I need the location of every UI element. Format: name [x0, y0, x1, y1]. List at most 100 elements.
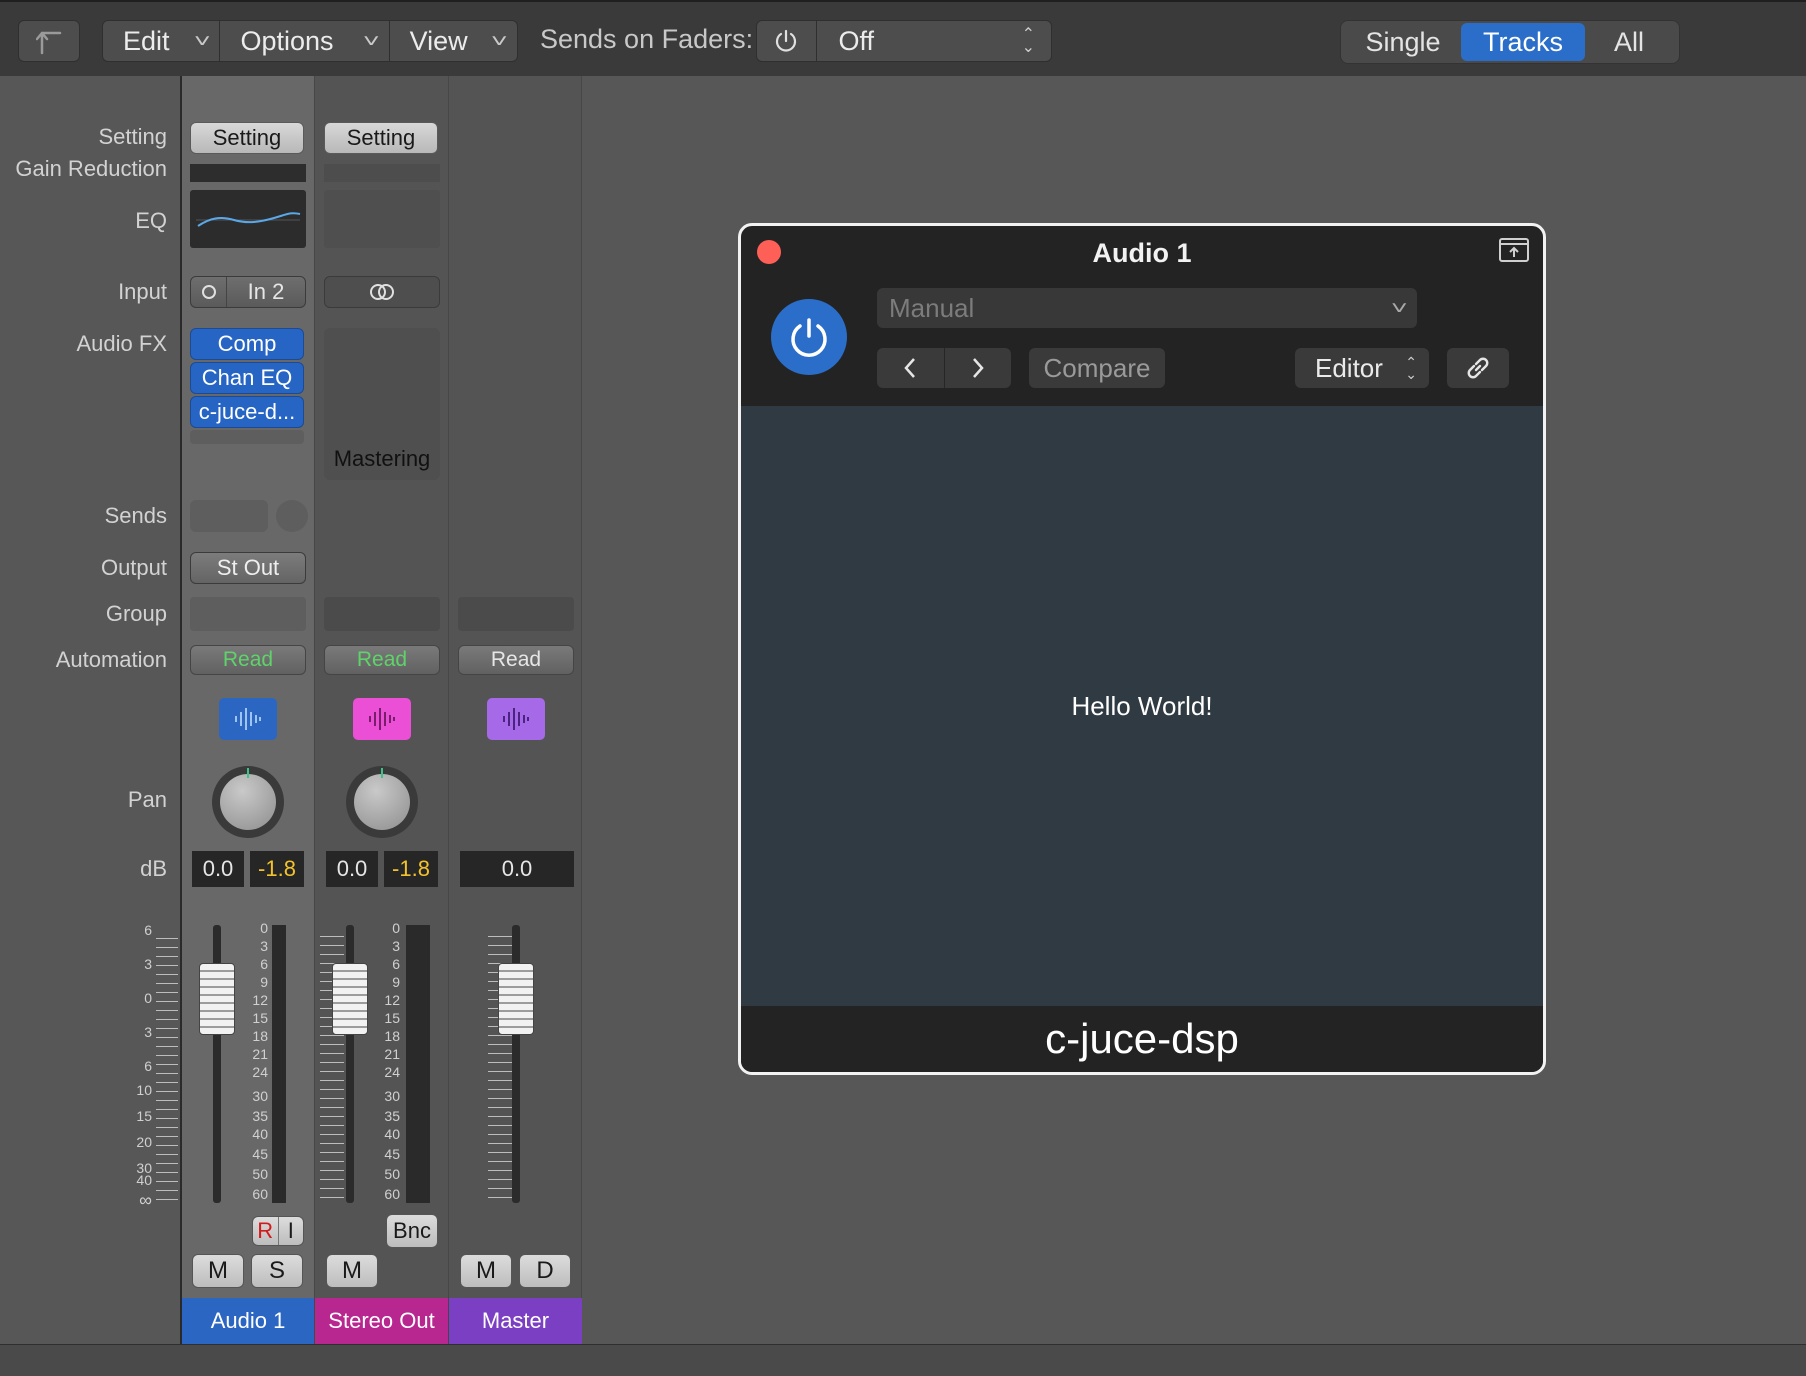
volume-readout-master[interactable]: 0.0 — [460, 851, 574, 887]
view-mode-label: Editor — [1315, 352, 1383, 383]
meter-scale-audio-1: 0 3 6 9 12 15 18 21 24 30 35 40 45 50 60 — [252, 920, 268, 1202]
send-knob-audio-1[interactable] — [276, 500, 308, 532]
peak-readout-stereo-out[interactable]: -1.8 — [384, 851, 438, 887]
channel-name-master[interactable]: Master — [449, 1298, 582, 1344]
compare-button[interactable]: Compare — [1029, 348, 1165, 388]
plugin-window: Audio 1 Manual ˅ Compare Editor ⌃ ⌄ Hello… — [738, 223, 1546, 1075]
plugin-editor-canvas: Hello World! — [741, 406, 1543, 1006]
volume-fader-audio-1[interactable] — [199, 963, 235, 1035]
waveform-icon[interactable] — [487, 698, 545, 740]
label-output: Output — [100, 555, 167, 580]
preset-dropdown[interactable]: Manual ˅ — [877, 288, 1417, 328]
fx-slot-chan-eq[interactable]: Chan EQ — [190, 362, 304, 394]
label-group: Group — [105, 601, 167, 626]
setting-button-stereo-out[interactable]: Setting — [324, 122, 438, 154]
bottom-bar — [0, 1344, 1806, 1376]
mixer-toolbar: Edit ˅ Options ˅ View ˅ Sends on Faders: Of… — [0, 0, 1806, 76]
view-mode-single[interactable]: Single — [1345, 23, 1461, 61]
gain-reduction-meter-audio-1 — [190, 164, 306, 182]
label-eq: EQ — [135, 208, 167, 233]
channel-name-stereo-out[interactable]: Stereo Out — [315, 1298, 448, 1344]
edit-menu[interactable]: Edit ˅ — [103, 21, 221, 61]
mute-button-stereo-out[interactable]: M — [326, 1254, 378, 1288]
fx-slot-c-juce-dsp[interactable]: c-juce-d... — [190, 396, 304, 428]
input-monitor-button[interactable]: I — [279, 1217, 304, 1245]
input-slot-audio-1[interactable]: In 2 — [190, 276, 306, 308]
link-icon — [1467, 357, 1489, 379]
sends-select[interactable]: Off ⌃ ⌄ — [817, 21, 1051, 61]
menu-group: Edit ˅ Options ˅ View ˅ — [102, 20, 518, 62]
back-button[interactable] — [18, 20, 80, 62]
group-slot-audio-1[interactable] — [190, 597, 306, 631]
output-slot-audio-1[interactable]: St Out — [190, 552, 306, 584]
meter-scale-stereo-out: 0 3 6 9 12 15 18 21 24 30 35 40 45 50 60 — [384, 920, 400, 1202]
waveform-icon[interactable] — [219, 698, 277, 740]
label-setting: Setting — [98, 124, 168, 149]
eq-thumbnail-stereo-out[interactable] — [324, 190, 440, 248]
group-slot-master[interactable] — [458, 597, 574, 631]
mono-input-icon[interactable] — [191, 277, 227, 307]
plugin-bypass-button[interactable] — [771, 299, 847, 375]
detach-window-icon[interactable] — [1499, 238, 1529, 262]
power-icon — [791, 318, 827, 357]
pan-knob-audio-1[interactable] — [212, 766, 284, 838]
fx-slot-empty[interactable] — [190, 430, 304, 444]
sends-on-faders-control[interactable]: Off ⌃ ⌄ — [756, 20, 1052, 62]
eq-thumbnail-audio-1[interactable] — [190, 190, 306, 248]
previous-preset-button[interactable] — [877, 348, 945, 388]
fx-slot-comp[interactable]: Comp — [190, 328, 304, 360]
plugin-window-title: Audio 1 — [1092, 238, 1192, 268]
waveform-icon[interactable] — [353, 698, 411, 740]
updown-chevron-icon: ⌃ ⌄ — [1021, 26, 1035, 56]
volume-readout-audio-1[interactable]: 0.0 — [192, 851, 244, 887]
solo-button-audio-1[interactable]: S — [251, 1254, 303, 1288]
chevron-down-icon: ˅ — [362, 30, 380, 51]
input-label: In 2 — [247, 279, 285, 304]
view-mode-all[interactable]: All — [1585, 23, 1673, 61]
dim-button-master[interactable]: D — [519, 1254, 571, 1288]
volume-fader-master[interactable] — [498, 963, 534, 1035]
mute-button-master[interactable]: M — [460, 1254, 512, 1288]
volume-fader-stereo-out[interactable] — [332, 963, 368, 1035]
record-input-group: R I — [252, 1216, 304, 1246]
view-mode-tracks[interactable]: Tracks — [1461, 23, 1585, 61]
automation-mode-stereo-out[interactable]: Read — [324, 645, 440, 675]
label-input: Input — [118, 279, 167, 304]
next-preset-button[interactable] — [945, 348, 1012, 388]
level-meter-audio-1 — [272, 925, 286, 1203]
chevron-left-icon — [904, 358, 916, 378]
sends-on-faders-label: Sends on Faders: — [540, 24, 754, 54]
fx-area-stereo-out[interactable]: Mastering — [324, 328, 440, 480]
chevron-down-icon: ˅ — [491, 30, 509, 51]
plugin-name-footer: c-juce-dsp — [741, 1006, 1543, 1072]
automation-mode-master[interactable]: Read — [458, 645, 574, 675]
label-automation: Automation — [55, 647, 167, 672]
automation-mode-audio-1[interactable]: Read — [190, 645, 306, 675]
pan-knob-stereo-out[interactable] — [346, 766, 418, 838]
chevron-down-icon: ˅ — [193, 30, 211, 51]
options-menu[interactable]: Options ˅ — [220, 21, 390, 61]
send-slot-audio-1[interactable] — [190, 500, 268, 532]
chevron-right-icon — [972, 358, 984, 378]
mastering-label: Mastering — [333, 446, 431, 471]
preset-nav — [877, 348, 1011, 388]
input-slot-stereo-out[interactable] — [324, 276, 440, 308]
view-menu[interactable]: View ˅ — [390, 21, 517, 61]
peak-readout-audio-1[interactable]: -1.8 — [250, 851, 304, 887]
level-meter-stereo-out — [406, 925, 430, 1203]
setting-button-audio-1[interactable]: Setting — [190, 122, 304, 154]
record-enable-button[interactable]: R — [253, 1217, 279, 1245]
mute-button-audio-1[interactable]: M — [192, 1254, 244, 1288]
fader-scale: 6 3 0 3 6 10 15 20 30 40 ∞ — [128, 920, 178, 1210]
eq-curve-icon — [196, 212, 301, 227]
up-arrow-icon — [36, 31, 62, 55]
volume-readout-stereo-out[interactable]: 0.0 — [326, 851, 378, 887]
view-mode-dropdown[interactable]: Editor ⌃ ⌄ — [1295, 348, 1429, 388]
group-slot-stereo-out[interactable] — [324, 597, 440, 631]
sends-power-button[interactable] — [757, 21, 817, 61]
channel-name-audio-1[interactable]: Audio 1 — [182, 1298, 314, 1344]
link-button[interactable] — [1447, 348, 1509, 388]
label-gain-reduction: Gain Reduction — [15, 156, 167, 181]
label-audio-fx: Audio FX — [76, 331, 168, 356]
bounce-button[interactable]: Bnc — [386, 1214, 438, 1248]
